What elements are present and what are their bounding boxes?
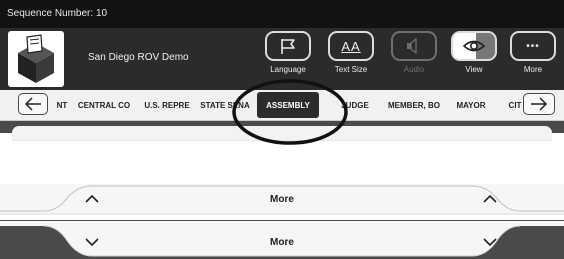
- text-size-button[interactable]: AA Text Size: [326, 31, 376, 74]
- scroll-down-bar[interactable]: More: [0, 220, 564, 259]
- scroll-tabs-right-button[interactable]: [523, 93, 555, 115]
- more-button-frame[interactable]: •••: [510, 31, 556, 61]
- text-size-button-frame[interactable]: AA: [328, 31, 374, 61]
- arrow-right-icon: [531, 97, 548, 111]
- text-size-icon: AA: [341, 38, 361, 54]
- arrow-left-icon: [24, 97, 41, 111]
- scroll-tabs-left-button[interactable]: [18, 93, 48, 115]
- more-button[interactable]: ••• More: [508, 31, 558, 74]
- ellipsis-icon: •••: [526, 40, 540, 52]
- tab-member-board[interactable]: MEMBER, BO: [382, 92, 446, 118]
- flag-icon: [281, 39, 295, 54]
- chevron-up-icon: [483, 194, 497, 203]
- ballot-box-icon: [18, 34, 54, 83]
- audio-label: Audio: [403, 65, 425, 74]
- tab-mayor[interactable]: MAYOR: [450, 92, 492, 118]
- language-button[interactable]: Language: [263, 31, 313, 74]
- scroll-up-label: More: [270, 194, 294, 205]
- eye-icon: [463, 40, 485, 52]
- highlight-circle: [232, 79, 348, 145]
- tab-central-committee[interactable]: CENTRAL CO: [74, 92, 134, 118]
- view-button[interactable]: View: [449, 31, 499, 74]
- view-label: View: [465, 65, 483, 74]
- speaker-icon: [407, 38, 417, 54]
- tab-contest[interactable]: NT: [50, 92, 74, 118]
- scroll-down-label: More: [270, 237, 294, 248]
- tab-city[interactable]: CIT: [506, 92, 524, 118]
- view-button-frame[interactable]: [451, 31, 497, 61]
- tab-us-representative[interactable]: U.S. REPRE: [140, 92, 194, 118]
- chevron-down-icon: [483, 238, 497, 247]
- more-label: More: [523, 65, 543, 74]
- audio-button-frame[interactable]: [391, 31, 437, 61]
- scroll-up-bar[interactable]: More: [0, 184, 564, 215]
- org-logo: [8, 31, 64, 87]
- audio-button[interactable]: Audio: [389, 31, 439, 74]
- org-name: San Diego ROV Demo: [88, 52, 189, 63]
- language-button-frame[interactable]: [265, 31, 311, 61]
- sequence-number: Sequence Number: 10: [0, 0, 564, 28]
